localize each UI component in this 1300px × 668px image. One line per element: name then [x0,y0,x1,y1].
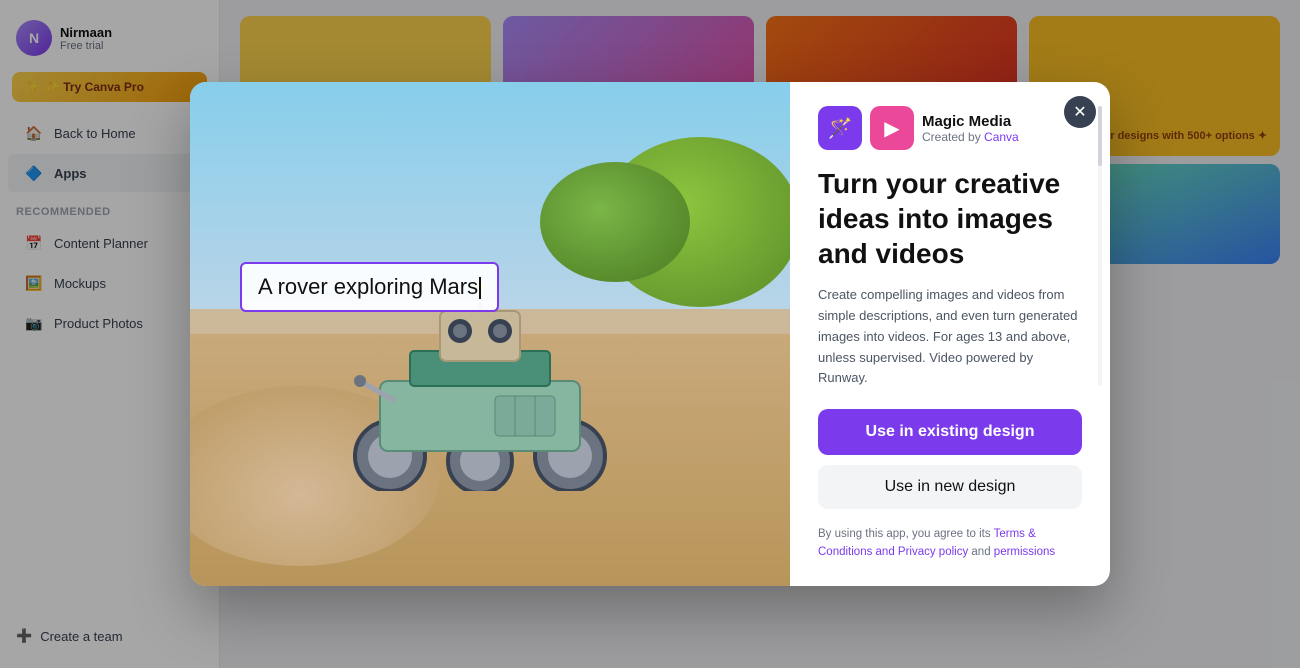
terms-text: By using this app, you agree to its Term… [818,525,1082,562]
creator-link[interactable]: Canva [984,130,1019,144]
modal-info-panel: 🪄 ▶ Magic Media Created by Canva Turn yo… [790,82,1110,586]
magic-wand-icon: 🪄 [828,116,853,141]
app-icon-magic: 🪄 [818,106,862,150]
app-name-block: Magic Media Created by Canva [922,113,1019,144]
rover-svg [350,281,610,491]
cursor-blink [479,277,481,299]
permissions-link[interactable]: permissions [994,546,1055,558]
app-created-by: Created by Canva [922,130,1019,144]
video-icon: ▶ [884,116,899,141]
green-hill-2 [540,162,690,282]
modal-prompt-input[interactable]: A rover exploring Mars [240,262,499,312]
modal-dialog: ✕ [190,82,1110,586]
modal-description: Create compelling images and videos from… [818,285,1082,389]
use-existing-design-button[interactable]: Use in existing design [818,409,1082,455]
rover-scene: A rover exploring Mars [190,82,790,586]
arrow-indicator [1095,467,1110,527]
app-icon-video: ▶ [870,106,914,150]
close-button[interactable]: ✕ [1064,96,1096,128]
modal-backdrop: ✕ [0,0,1300,668]
modal-title: Turn your creative ideas into images and… [818,166,1082,271]
app-name: Magic Media [922,113,1019,130]
arrow-svg [1095,467,1110,522]
scrollbar[interactable] [1098,106,1102,386]
close-icon: ✕ [1073,102,1086,122]
app-icons-row: 🪄 ▶ Magic Media Created by Canva [818,106,1082,150]
modal-image-panel: A rover exploring Mars [190,82,790,586]
use-new-design-button[interactable]: Use in new design [818,465,1082,509]
scrollbar-thumb [1098,106,1102,166]
